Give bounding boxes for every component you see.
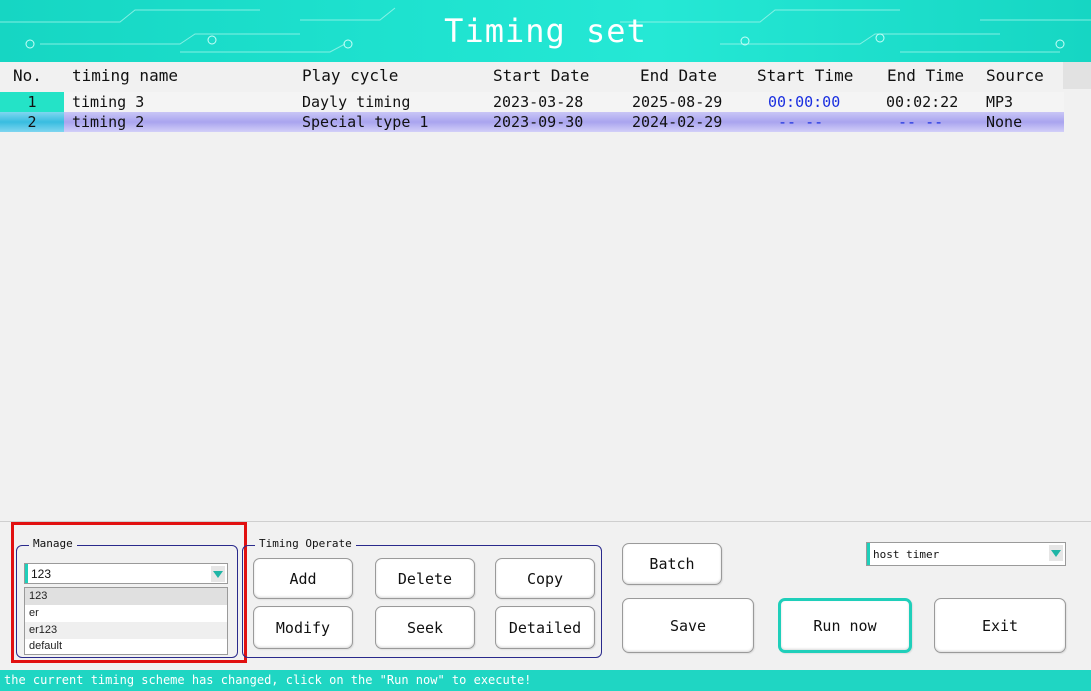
end-time-cell: 00:02:22	[886, 93, 959, 111]
source-cell: MP3	[986, 93, 1014, 111]
timer-select-value: host timer	[873, 548, 940, 561]
timing-operate-legend: Timing Operate	[255, 537, 356, 550]
table-row[interactable]: 1 timing 3 Dayly timing 2023-03-28 2025-…	[0, 92, 1064, 112]
batch-button[interactable]: Batch	[622, 543, 722, 585]
save-button[interactable]: Save	[622, 598, 754, 653]
modify-button[interactable]: Modify	[253, 606, 353, 649]
source-cell: None	[986, 113, 1023, 131]
end-time-cell: -- --	[898, 113, 944, 131]
row-number: 1	[27, 93, 37, 111]
start-date-cell: 2023-03-28	[493, 93, 584, 111]
column-header-end-date[interactable]: End Date	[640, 66, 717, 85]
start-time-cell: -- --	[778, 113, 824, 131]
add-button[interactable]: Add	[253, 558, 353, 599]
end-date-cell: 2025-08-29	[632, 93, 723, 111]
end-date-cell: 2024-02-29	[632, 113, 723, 131]
column-header-start-date[interactable]: Start Date	[493, 66, 589, 85]
timing-name-cell: timing 2	[72, 113, 145, 131]
delete-button[interactable]: Delete	[375, 558, 475, 599]
start-date-cell: 2023-09-30	[493, 113, 584, 131]
play-cycle-cell: Special type 1	[302, 113, 429, 131]
start-time-cell: 00:00:00	[768, 93, 841, 111]
column-header-start-time[interactable]: Start Time	[757, 66, 853, 85]
title-bar: Timing set	[0, 0, 1091, 62]
highlight-box	[11, 522, 247, 663]
column-header-no[interactable]: No.	[13, 66, 42, 85]
detailed-button[interactable]: Detailed	[495, 606, 595, 649]
seek-button[interactable]: Seek	[375, 606, 475, 649]
column-header-end-time[interactable]: End Time	[887, 66, 964, 85]
copy-button[interactable]: Copy	[495, 558, 595, 599]
row-number: 2	[27, 113, 37, 131]
column-header-timing-name[interactable]: timing name	[72, 66, 178, 85]
timer-select[interactable]: host timer	[866, 542, 1066, 566]
play-cycle-cell: Dayly timing	[302, 93, 411, 111]
table-header: No. timing name Play cycle Start Date En…	[0, 62, 1091, 89]
dropdown-arrow-icon[interactable]	[1049, 545, 1063, 561]
column-header-source[interactable]: Source	[986, 66, 1044, 85]
exit-button[interactable]: Exit	[934, 598, 1066, 653]
table-scrollbar[interactable]	[1063, 62, 1091, 89]
status-bar: the current timing scheme has changed, c…	[0, 670, 1091, 691]
timing-name-cell: timing 3	[72, 93, 145, 111]
table-row-selected[interactable]: 2 timing 2 Special type 1 2023-09-30 202…	[0, 112, 1064, 132]
run-now-button[interactable]: Run now	[778, 598, 912, 653]
column-header-play-cycle[interactable]: Play cycle	[302, 66, 398, 85]
select-accent	[867, 543, 870, 565]
window-title: Timing set	[444, 12, 647, 50]
